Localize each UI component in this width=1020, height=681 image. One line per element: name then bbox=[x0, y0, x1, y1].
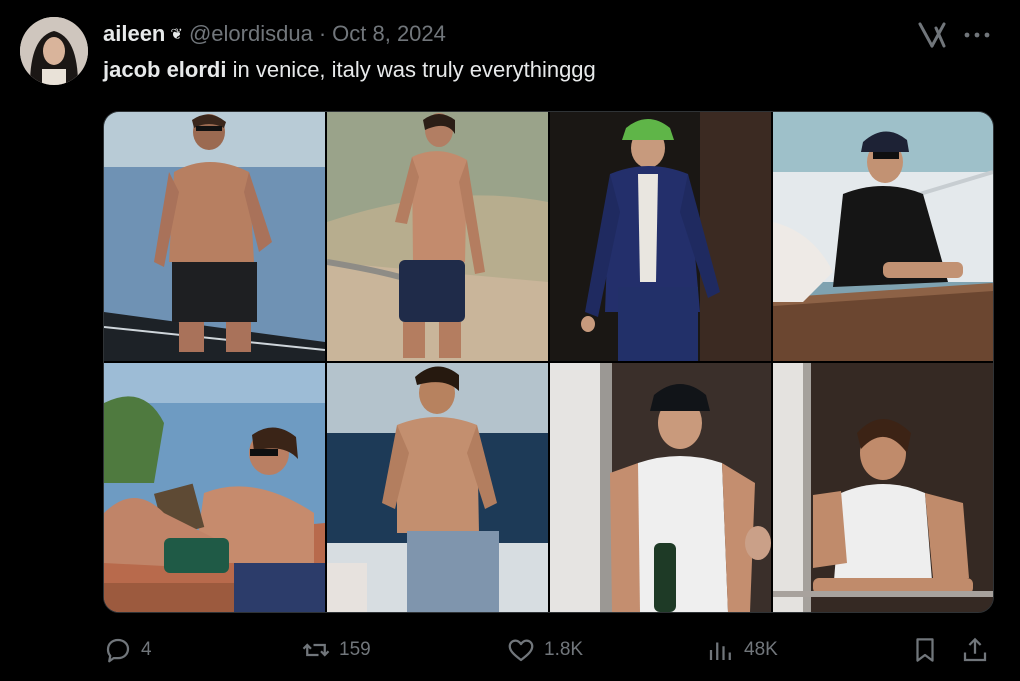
reply-count: 4 bbox=[141, 639, 152, 660]
views-icon bbox=[709, 642, 731, 660]
media-photo-1[interactable] bbox=[104, 112, 325, 361]
views-count: 48K bbox=[744, 639, 778, 660]
views-button[interactable]: 48K bbox=[706, 632, 778, 668]
media-photo-2[interactable] bbox=[327, 112, 548, 361]
media-photo-4[interactable] bbox=[773, 112, 993, 361]
media-photo-5[interactable] bbox=[104, 363, 325, 612]
like-count: 1.8K bbox=[544, 639, 584, 660]
like-icon bbox=[508, 639, 534, 662]
media-photo-6[interactable] bbox=[327, 363, 548, 612]
media-photo-8[interactable] bbox=[773, 363, 993, 612]
media-photo-3[interactable] bbox=[550, 112, 771, 361]
tweet-text-bold: jacob elordi bbox=[103, 57, 227, 82]
bookmark-icon bbox=[916, 638, 934, 662]
reply-icon bbox=[106, 638, 130, 663]
tweet-text: jacob elordi in venice, italy was truly … bbox=[103, 57, 596, 83]
media-grid bbox=[103, 111, 994, 613]
action-bar: 4 159 1.8K 48K bbox=[103, 632, 992, 668]
media-photo-7[interactable] bbox=[550, 363, 771, 612]
author-name[interactable]: aileen bbox=[103, 21, 165, 47]
avatar[interactable] bbox=[20, 17, 88, 85]
share-button[interactable] bbox=[960, 632, 998, 668]
tweet-header: aileen ❦ @elordisdua · Oct 8, 2024 bbox=[103, 20, 446, 48]
header-separator: · bbox=[318, 21, 327, 46]
tweet-text-rest: in venice, italy was truly everythinggg bbox=[226, 57, 596, 82]
repost-count: 159 bbox=[339, 639, 371, 660]
author-handle[interactable]: @elordisdua bbox=[189, 21, 313, 47]
bookmark-button[interactable] bbox=[910, 632, 948, 668]
like-button[interactable]: 1.8K bbox=[506, 632, 583, 668]
grok-icon[interactable] bbox=[916, 20, 948, 50]
tweet-date[interactable]: Oct 8, 2024 bbox=[332, 21, 446, 47]
more-icon[interactable] bbox=[960, 24, 994, 46]
share-icon bbox=[963, 637, 987, 662]
repost-button[interactable]: 159 bbox=[301, 632, 371, 668]
reply-button[interactable]: 4 bbox=[103, 632, 152, 668]
repost-icon bbox=[302, 643, 330, 657]
author-badge-icon: ❦ bbox=[170, 26, 183, 43]
